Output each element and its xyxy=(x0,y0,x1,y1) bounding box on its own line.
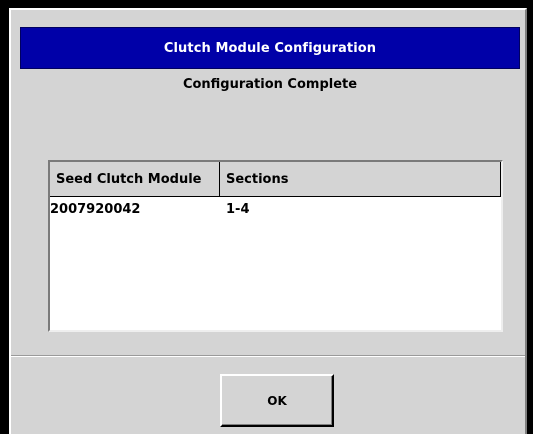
table-header: Seed Clutch Module Sections xyxy=(50,162,501,197)
divider xyxy=(11,355,525,357)
column-header-sections[interactable]: Sections xyxy=(220,162,501,196)
status-message: Configuration Complete xyxy=(182,77,358,92)
table-row[interactable]: 2007920042 1-4 xyxy=(50,197,501,221)
cell-sections: 1-4 xyxy=(226,201,250,217)
clutch-module-table: Seed Clutch Module Sections 2007920042 1… xyxy=(48,160,503,332)
configuration-dialog: Clutch Module Configuration Configuratio… xyxy=(9,8,527,434)
column-header-seed-clutch-module[interactable]: Seed Clutch Module xyxy=(50,162,220,196)
screen-background: Clutch Module Configuration Configuratio… xyxy=(0,0,533,434)
dialog-title: Clutch Module Configuration xyxy=(20,27,520,69)
cell-seed-clutch-module: 2007920042 xyxy=(50,201,141,217)
ok-button[interactable]: OK xyxy=(220,374,334,427)
